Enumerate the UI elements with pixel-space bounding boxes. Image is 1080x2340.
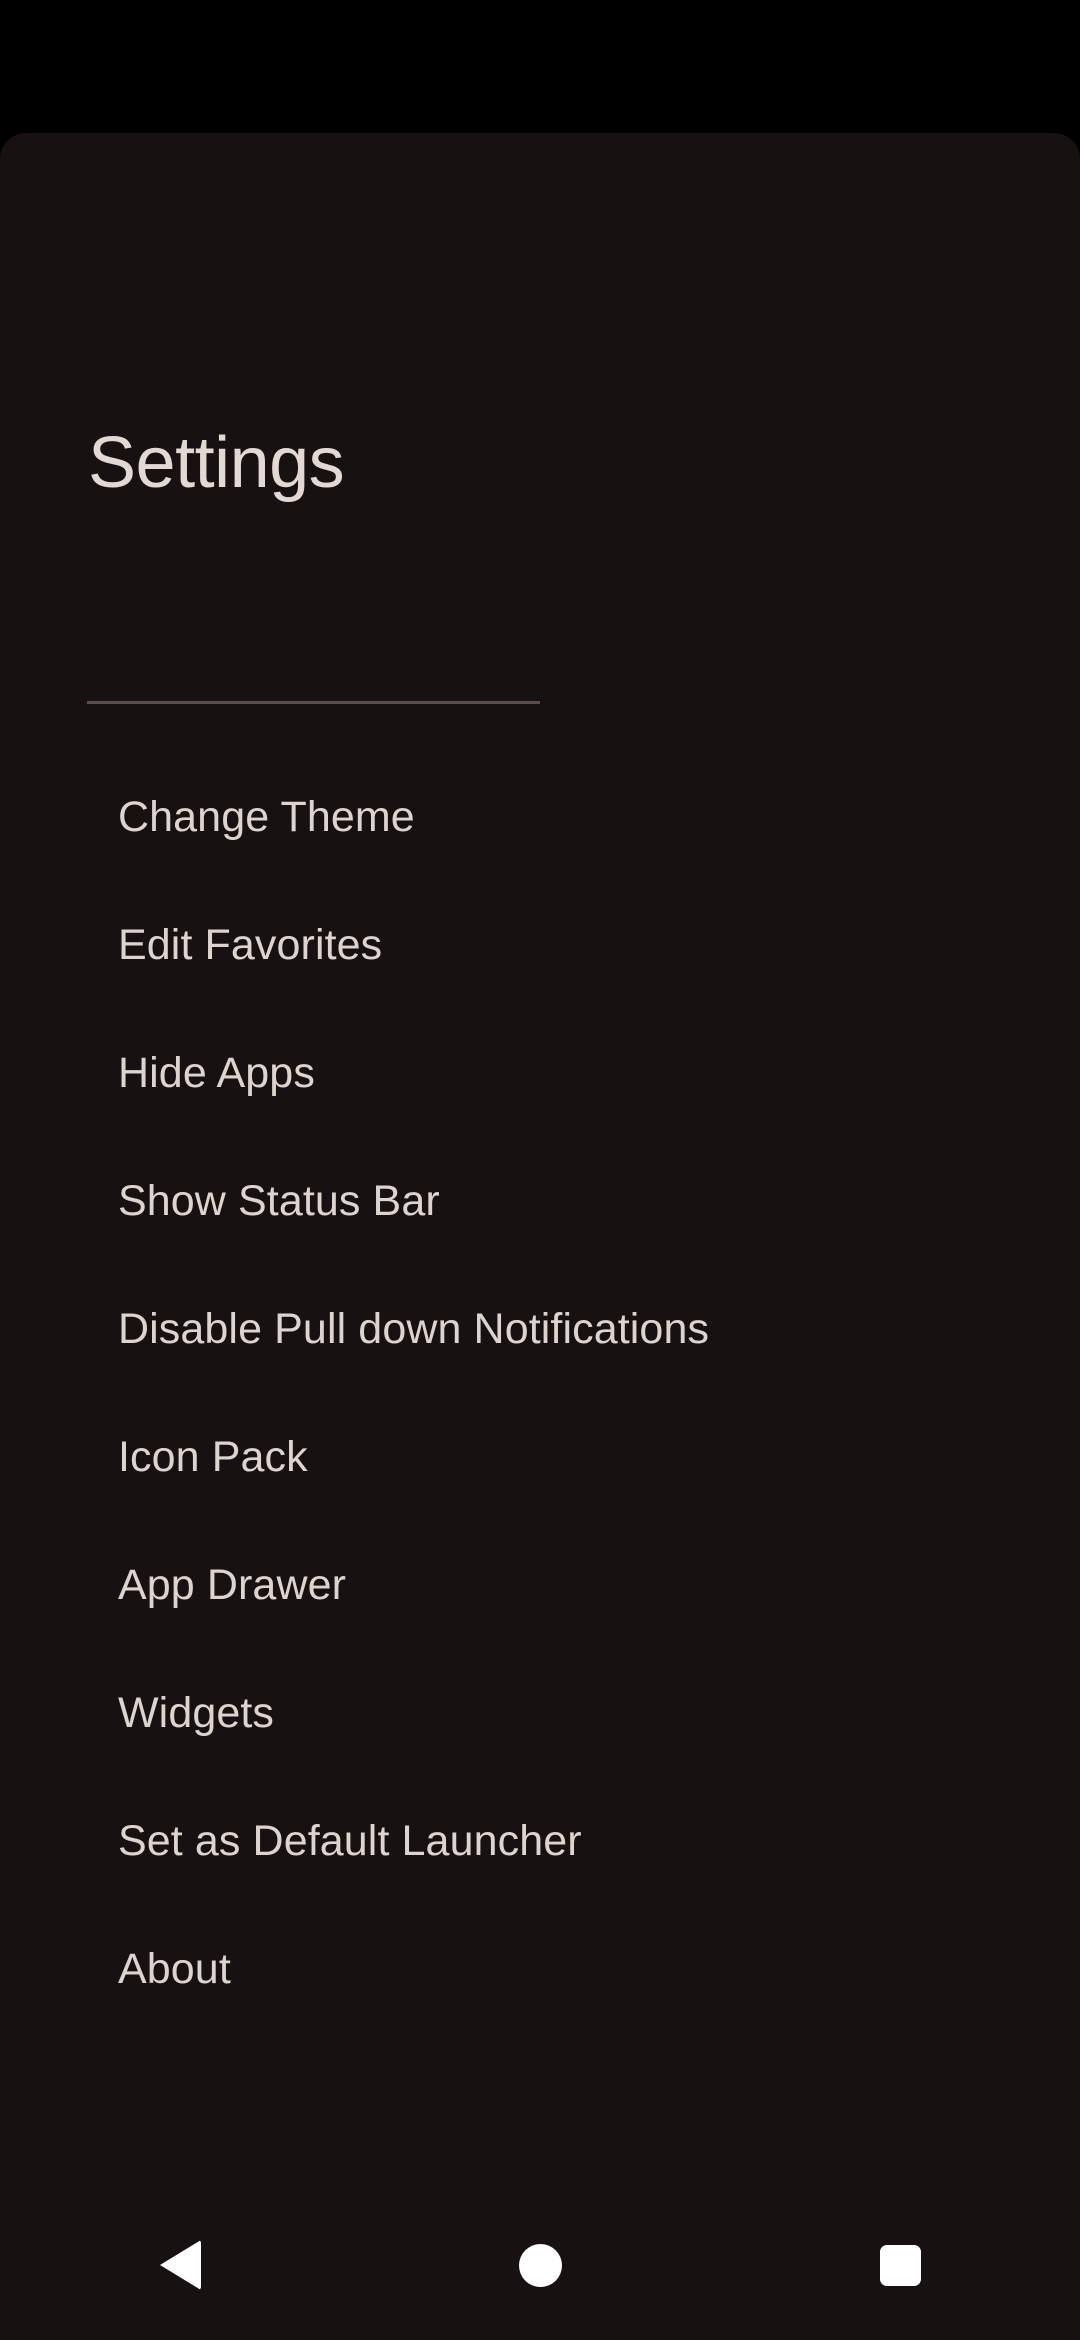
nav-home-button[interactable] <box>460 2190 620 2340</box>
settings-menu-list: Change Theme Edit Favorites Hide Apps Sh… <box>0 753 1080 2033</box>
settings-item-show-status-bar[interactable]: Show Status Bar <box>0 1137 1080 1265</box>
triangle-left-icon <box>159 2240 201 2290</box>
settings-item-widgets[interactable]: Widgets <box>0 1649 1080 1777</box>
circle-icon <box>518 2243 562 2287</box>
navigation-bar <box>0 2190 1080 2340</box>
nav-recents-button[interactable] <box>820 2190 980 2340</box>
settings-item-about[interactable]: About <box>0 1905 1080 2033</box>
title-divider <box>87 701 540 704</box>
settings-item-edit-favorites[interactable]: Edit Favorites <box>0 881 1080 1009</box>
nav-back-button[interactable] <box>100 2190 260 2340</box>
settings-item-change-theme[interactable]: Change Theme <box>0 753 1080 881</box>
launcher-app-surface: Settings Change Theme Edit Favorites Hid… <box>0 133 1080 2340</box>
settings-item-set-as-default-launcher[interactable]: Set as Default Launcher <box>0 1777 1080 1905</box>
status-bar <box>0 0 1080 133</box>
settings-item-hide-apps[interactable]: Hide Apps <box>0 1009 1080 1137</box>
settings-item-disable-pull-down-notifications[interactable]: Disable Pull down Notifications <box>0 1265 1080 1393</box>
phone-screen: Settings Change Theme Edit Favorites Hid… <box>0 0 1080 2340</box>
settings-item-app-drawer[interactable]: App Drawer <box>0 1521 1080 1649</box>
square-icon <box>879 2244 921 2286</box>
settings-item-icon-pack[interactable]: Icon Pack <box>0 1393 1080 1521</box>
page-title: Settings <box>88 423 345 503</box>
